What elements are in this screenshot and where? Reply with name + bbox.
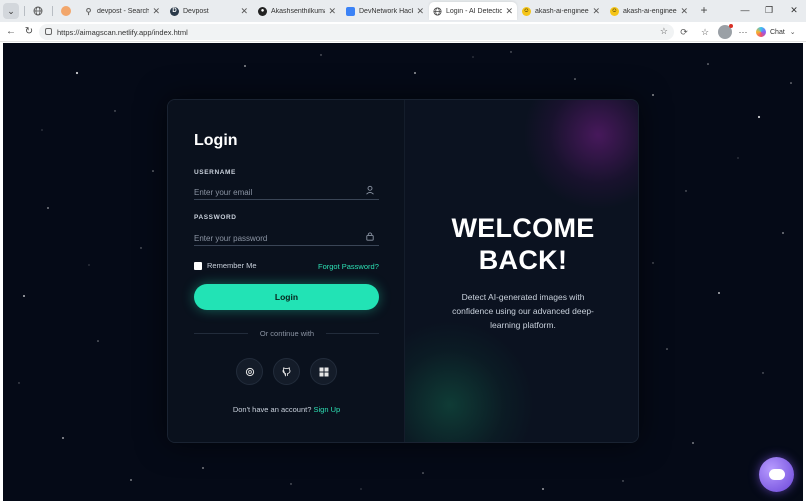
url-text: https://aimagscan.netlify.app/index.html [57, 27, 188, 37]
login-form-panel: Login USERNAME PASSWORD Remember Me Forg… [168, 100, 404, 442]
microsoft-login-button[interactable] [310, 358, 337, 385]
pinned-tab[interactable] [27, 3, 49, 19]
signup-prompt: Don't have an account? [232, 405, 312, 414]
signup-link[interactable]: Sign Up [313, 405, 340, 414]
microsoft-icon [319, 367, 328, 376]
github-login-button[interactable] [273, 358, 300, 385]
page-viewport: Login USERNAME PASSWORD Remember Me Forg… [3, 43, 803, 501]
close-icon[interactable]: ✕ [240, 6, 248, 17]
github-icon [282, 367, 291, 377]
chat-widget-button[interactable] [759, 457, 794, 492]
decorative-glow [405, 320, 535, 442]
hf-icon: ☺ [610, 6, 619, 16]
refresh-extension-icon[interactable]: ⟳ [678, 26, 690, 38]
password-label: PASSWORD [194, 214, 237, 221]
tab-title: Login - AI Detection [446, 7, 503, 15]
remember-me[interactable]: Remember Me [194, 261, 257, 270]
profile-avatar[interactable] [718, 24, 733, 39]
signup-row: Don't have an account? Sign Up [194, 405, 379, 414]
minimize-button[interactable]: — [738, 4, 752, 16]
tab-devnetwork[interactable]: DevNetwork Hackath... ✕ [342, 2, 428, 20]
password-field[interactable] [194, 228, 379, 247]
site-info-icon[interactable] [45, 28, 52, 35]
password-input[interactable] [194, 230, 359, 247]
tab-separator [24, 6, 25, 16]
tab-actions-menu[interactable]: ⌄ [3, 3, 19, 19]
notification-dot [729, 24, 733, 28]
welcome-panel: WELCOME BACK! Detect AI-generated images… [404, 100, 638, 442]
chat-bubble-icon [768, 469, 785, 480]
close-window-button[interactable]: ✕ [787, 4, 801, 16]
devpost-icon: D [170, 6, 179, 16]
lock-icon [366, 232, 374, 241]
welcome-heading: WELCOME BACK! [405, 212, 638, 276]
browser-toolbar: ← ↻ https://aimagscan.netlify.app/index.… [0, 22, 806, 42]
favorites-icon[interactable]: ☆ [699, 26, 711, 38]
forgot-password-link[interactable]: Forgot Password? [318, 262, 379, 271]
tab-hf-1[interactable]: ☺ akash-ai-engineer (A... ✕ [518, 2, 604, 20]
close-icon[interactable]: ✕ [592, 6, 600, 17]
chat-label: Chat [770, 28, 785, 36]
tab-title: akash-ai-engineer (A... [535, 7, 590, 15]
email-input[interactable] [194, 184, 359, 201]
remember-checkbox[interactable] [194, 261, 202, 270]
address-bar[interactable]: https://aimagscan.netlify.app/index.html… [39, 24, 674, 40]
copilot-chat-button[interactable]: Chat ⌄ [756, 24, 796, 40]
remember-label: Remember Me [207, 261, 257, 270]
tab-login-ai-detection[interactable]: Login - AI Detection ✕ [429, 2, 517, 20]
username-label: USERNAME [194, 169, 236, 176]
hf-icon: ☺ [522, 6, 531, 16]
google-icon [245, 367, 254, 376]
browser-tab-bar: ⌄ ⚲ devpost - Search ✕ D Devpost ✕ ● Aka… [0, 0, 806, 22]
tab-title: DevNetwork Hackath... [359, 7, 413, 15]
username-field[interactable] [194, 182, 379, 201]
copilot-icon [756, 27, 766, 37]
back-button[interactable]: ← [5, 26, 17, 38]
globe-icon [433, 6, 442, 16]
tab-title: devpost - Search [97, 7, 150, 15]
close-icon[interactable]: ✕ [328, 6, 336, 17]
tab-title: Devpost [183, 7, 209, 15]
document-icon [346, 6, 355, 16]
tab-devpost-search[interactable]: ⚲ devpost - Search ✕ [80, 2, 164, 20]
login-title: Login [194, 132, 238, 149]
close-icon[interactable]: ✕ [680, 6, 688, 17]
decorative-glow [523, 100, 638, 210]
divider-line [194, 333, 248, 334]
favorite-star-icon[interactable]: ☆ [660, 26, 668, 37]
tab-github[interactable]: ● Akashsenthilkumar0... ✕ [254, 2, 340, 20]
tab-devpost[interactable]: D Devpost ✕ [166, 2, 252, 20]
app-icon [61, 6, 71, 16]
chevron-down-icon[interactable]: ⌄ [790, 28, 796, 36]
welcome-line-1: WELCOME [451, 213, 595, 243]
new-tab-button[interactable]: + [698, 3, 710, 17]
restore-button[interactable]: ❐ [762, 4, 776, 16]
tab-separator [52, 6, 53, 16]
close-icon[interactable]: ✕ [505, 6, 513, 17]
user-icon [366, 185, 374, 195]
reload-button[interactable]: ↻ [23, 26, 35, 38]
tab-title: Akashsenthilkumar0... [271, 7, 325, 15]
welcome-tagline: Detect AI-generated images with confiden… [452, 292, 594, 330]
login-button[interactable]: Login [194, 284, 379, 310]
globe-icon [33, 6, 43, 16]
tab-hf-2[interactable]: ☺ akash-ai-engineer (A... ✕ [606, 2, 692, 20]
divider-line [326, 333, 379, 334]
login-card: Login USERNAME PASSWORD Remember Me Forg… [167, 99, 639, 443]
close-icon[interactable]: ✕ [416, 6, 424, 17]
github-icon: ● [258, 6, 267, 16]
pinned-tab[interactable] [55, 3, 77, 19]
more-menu-icon[interactable]: ⋯ [737, 26, 749, 38]
or-continue-text: Or continue with [259, 329, 315, 338]
google-login-button[interactable] [236, 358, 263, 385]
tab-title: akash-ai-engineer (A... [623, 7, 678, 15]
close-icon[interactable]: ✕ [152, 6, 160, 17]
welcome-line-2: BACK! [478, 245, 568, 275]
search-icon: ⚲ [85, 6, 92, 16]
